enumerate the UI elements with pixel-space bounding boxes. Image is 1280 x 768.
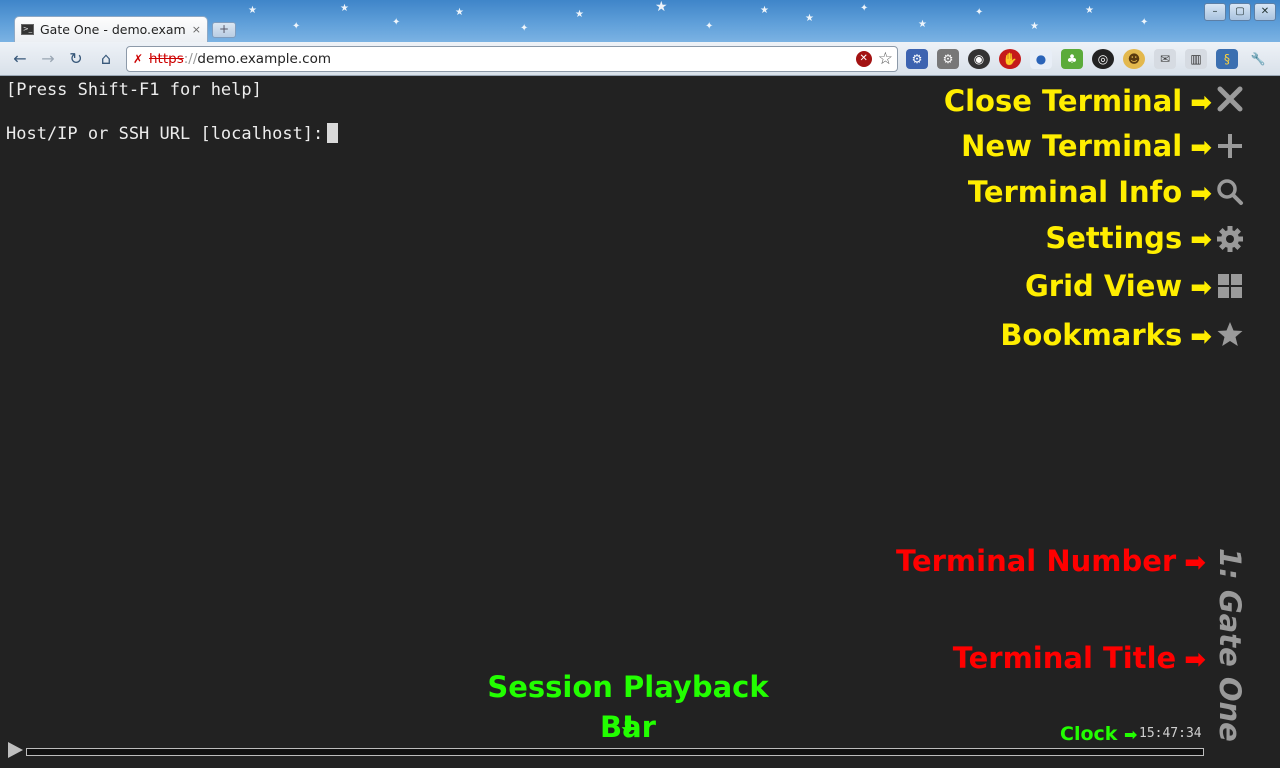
bookmark-star-icon[interactable]: ☆ (878, 50, 893, 68)
new-terminal-callout: New Terminal ➡ (961, 129, 1212, 163)
tab-title: Gate One - demo.exam (40, 22, 186, 37)
down-arrow-icon: ⬇ (617, 711, 639, 739)
window-controls: – ▢ ✕ (1204, 3, 1276, 21)
back-button[interactable]: ← (8, 47, 32, 71)
extension-icons: ⚙ ⚙ ◉ ✋ ● ♣ ◎ ☻ ✉ ▥ § 🔧 (906, 49, 1269, 69)
star-decoration: ✦ (1140, 17, 1149, 28)
star-decoration: ★ (918, 19, 927, 30)
bookmarks-callout: Bookmarks ➡ (1000, 318, 1212, 352)
star-decoration: ★ (805, 13, 814, 24)
star-decoration: ✦ (520, 23, 529, 34)
terminal-title-vertical: 1: Gate One (1212, 548, 1248, 748)
settings-callout: Settings ➡ (1045, 221, 1212, 255)
star-decoration: ★ (760, 5, 769, 16)
star-decoration: ★ (340, 3, 349, 14)
close-window-button[interactable]: ✕ (1254, 3, 1276, 21)
settings-icon[interactable] (1213, 222, 1247, 256)
reload-button[interactable]: ↻ (64, 47, 88, 71)
star-decoration: ★ (575, 9, 584, 20)
help-text: [Press Shift-F1 for help] (6, 80, 262, 100)
eye-icon[interactable]: ◉ (968, 49, 990, 69)
star-decoration: ✦ (392, 17, 401, 28)
new-tab-button[interactable]: + (212, 22, 236, 38)
star-decoration: ★ (1030, 21, 1039, 32)
address-bar[interactable]: ✗ https :// demo.example.com ✕ ☆ (126, 46, 898, 72)
tab-close-icon[interactable]: × (192, 23, 201, 36)
browser-toolbar: ← → ↻ ⌂ ✗ https :// demo.example.com ✕ ☆… (0, 42, 1280, 76)
terminal-cursor (327, 123, 339, 143)
stop-icon[interactable]: ✕ (855, 51, 872, 67)
star-decoration: ★ (655, 0, 668, 15)
star-decoration: ★ (248, 5, 257, 16)
terminal-favicon-icon: >_ (21, 24, 34, 35)
star-decoration: ✦ (975, 7, 984, 18)
wrench-icon[interactable]: 🔧 (1247, 49, 1269, 69)
browser-titlebar: ★ ✦ ★ ✦ ★ ✦ ★ ★ ✦ ★ ★ ✦ ★ ✦ ★ ★ ✦ >_ Gat… (0, 0, 1280, 42)
broken-lock-icon: ✗ (133, 52, 144, 66)
url-scheme: https (149, 51, 184, 67)
grid-view-icon[interactable] (1213, 269, 1247, 303)
python-icon[interactable]: § (1216, 49, 1238, 69)
home-button[interactable]: ⌂ (94, 47, 118, 71)
terminal-title-text: 1: Gate One (1213, 548, 1247, 742)
bookmarks-star-icon[interactable] (1213, 317, 1247, 351)
grid-view-callout: Grid View ➡ (1024, 269, 1212, 303)
stop-hand-icon[interactable]: ✋ (999, 49, 1021, 69)
clock-callout: Clock ➡ (1060, 723, 1138, 745)
star-decoration: ✦ (292, 21, 301, 32)
close-terminal-icon[interactable] (1213, 82, 1247, 116)
star-decoration: ✦ (860, 3, 869, 14)
close-terminal-callout: Close Terminal ➡ (943, 84, 1212, 118)
terminal-info-callout: Terminal Info ➡ (967, 175, 1212, 209)
forward-button[interactable]: → (36, 47, 60, 71)
new-terminal-icon[interactable] (1213, 129, 1247, 163)
barcode-icon[interactable]: ▥ (1185, 49, 1207, 69)
terminal-info-icon[interactable] (1213, 175, 1247, 209)
star-decoration: ★ (1085, 5, 1094, 16)
prompt-text: Host/IP or SSH URL [localhost]: (6, 124, 324, 144)
mail-icon[interactable]: ✉ (1154, 49, 1176, 69)
star-decoration: ✦ (705, 21, 714, 32)
face-icon[interactable]: ☻ (1123, 49, 1145, 69)
gear-blue-icon[interactable]: ⚙ (906, 49, 928, 69)
terminal-number-callout: Terminal Number ➡ (896, 544, 1206, 578)
minimize-button[interactable]: – (1204, 3, 1226, 21)
url-separator: :// (183, 51, 198, 67)
terminal-title-callout: Terminal Title ➡ (952, 641, 1206, 675)
play-icon[interactable] (8, 742, 23, 758)
clock: 15:47:34 (1139, 726, 1202, 741)
playback-progress-bar[interactable] (26, 748, 1204, 756)
url-host: demo.example.com (197, 51, 331, 67)
maximize-button[interactable]: ▢ (1229, 3, 1251, 21)
color-wheel-icon[interactable]: ◎ (1092, 49, 1114, 69)
prompt-line: Host/IP or SSH URL [localhost]: (6, 123, 339, 145)
gear-grey-icon[interactable]: ⚙ (937, 49, 959, 69)
browser-tab[interactable]: >_ Gate One - demo.exam × (14, 16, 208, 42)
evernote-icon[interactable]: ♣ (1061, 49, 1083, 69)
star-decoration: ★ (455, 7, 464, 18)
chat-icon[interactable]: ● (1030, 49, 1052, 69)
